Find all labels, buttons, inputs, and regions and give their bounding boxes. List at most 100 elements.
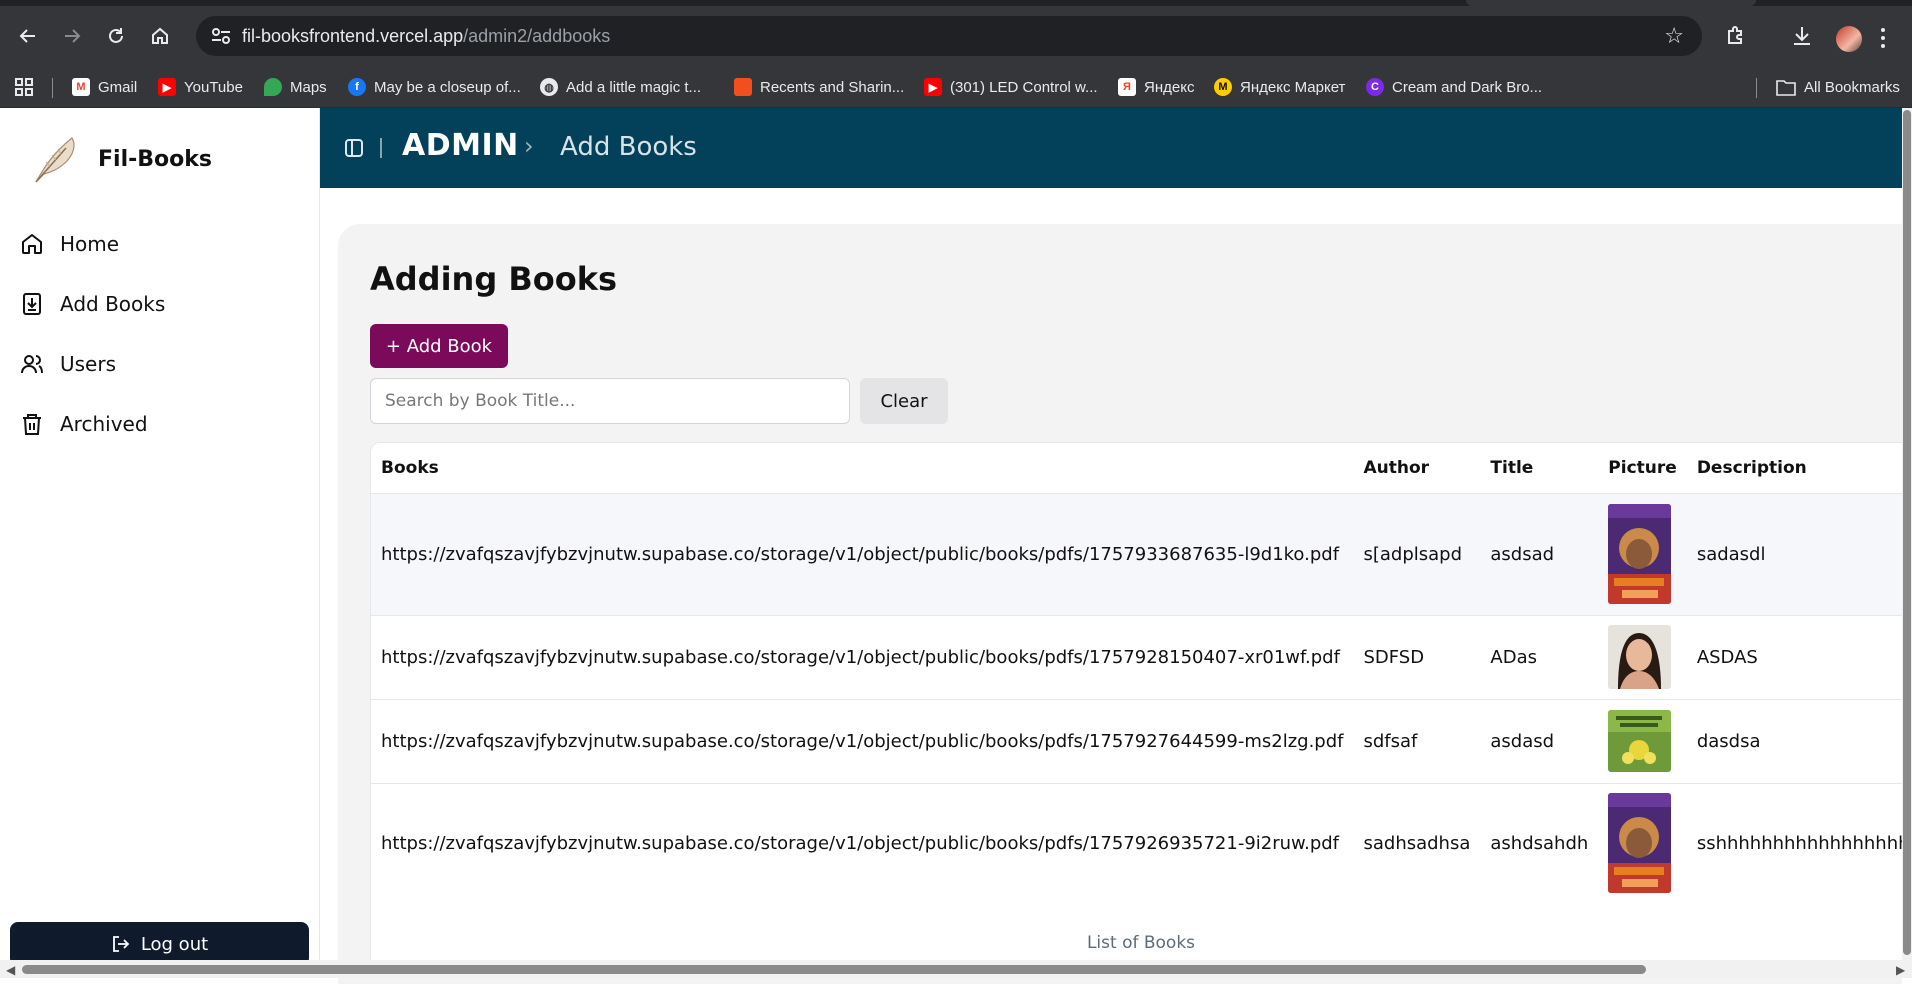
yandex-icon: Я — [1118, 78, 1136, 96]
facebook-icon: f — [348, 78, 366, 96]
trash-icon — [23, 414, 41, 435]
portrait-image — [1608, 625, 1672, 689]
bookmark-figma[interactable]: Recents and Sharin... — [734, 75, 904, 99]
bookmark-yandex[interactable]: Я Яндекс — [1118, 75, 1194, 99]
forward-icon[interactable] — [58, 22, 86, 50]
scrollbar-thumb[interactable] — [1903, 110, 1911, 955]
bookmark-label: (301) LED Control w... — [950, 78, 1098, 96]
home-icon[interactable] — [146, 22, 174, 50]
book-url-cell[interactable]: https://zvafqszavjfybzvjnutw.supabase.co… — [371, 493, 1354, 616]
column-header-description: Description — [1686, 443, 1909, 494]
search-input[interactable] — [370, 378, 850, 424]
table-header-row: Books Author Title Picture Description — [371, 443, 1909, 494]
bookmark-maps[interactable]: Maps — [264, 75, 327, 99]
bookmark-star-icon[interactable]: ☆ — [1664, 24, 1684, 49]
menu-icon[interactable] — [1880, 26, 1886, 50]
folder-icon — [1776, 80, 1796, 96]
title-cell: ashdsahdh — [1490, 832, 1589, 854]
chevron-right-icon: › — [524, 132, 534, 160]
apps-icon[interactable] — [14, 75, 34, 99]
book-cover-image — [1608, 793, 1672, 894]
yandex-market-icon: M — [1214, 78, 1232, 96]
sidebar-item-add-books[interactable]: Add Books — [20, 284, 165, 324]
address-bar[interactable]: fil-booksfrontend.vercel.app/admin2/addb… — [196, 16, 1702, 56]
sidebar-toggle-icon[interactable] — [344, 138, 364, 158]
feather-logo-icon — [35, 137, 75, 183]
author-cell: sdfsaf — [1353, 699, 1481, 784]
sidebar-item-users[interactable]: Users — [20, 344, 116, 384]
profile-avatar[interactable] — [1836, 26, 1862, 52]
sidebar-item-label: Archived — [60, 412, 148, 436]
header-separator — [380, 138, 382, 158]
bookmark-facebook[interactable]: f May be a closeup of... — [348, 75, 521, 99]
users-icon — [21, 355, 43, 374]
table-row[interactable]: https://zvafqszavjfybzvjnutw.supabase.co… — [371, 783, 1910, 903]
page: Fil-Books Home Add Books Users Archived … — [0, 108, 1912, 984]
book-cover-image — [1608, 710, 1672, 772]
bookmark-yandex-market[interactable]: M Яндекс Маркет — [1214, 75, 1345, 99]
horizontal-scrollbar[interactable]: ◀ ▶ — [0, 960, 1912, 978]
bookmark-label: Gmail — [98, 78, 138, 96]
bookmark-label: Cream and Dark Bro... — [1392, 78, 1543, 96]
extensions-icon[interactable] — [1724, 24, 1748, 52]
bookmark-gmail[interactable]: M Gmail — [72, 75, 137, 99]
add-book-button[interactable]: + Add Book — [370, 324, 508, 368]
url-text: fil-booksfrontend.vercel.app/admin2/addb… — [242, 26, 610, 47]
youtube-icon: ▶ — [158, 78, 176, 96]
top-header: ADMIN › Add Books — [320, 108, 1902, 188]
url-host: fil-booksfrontend.vercel.app — [242, 26, 464, 46]
vertical-scrollbar[interactable] — [1902, 108, 1912, 960]
author-cell: s[adplsapd — [1353, 493, 1481, 616]
breadcrumb-admin[interactable]: ADMIN — [402, 128, 519, 163]
description-cell: ASDAS — [1686, 615, 1909, 700]
brand[interactable]: Fil-Books — [30, 132, 212, 186]
clear-button[interactable]: Clear — [860, 378, 948, 424]
bookmark-label: Maps — [290, 78, 327, 96]
download-icon[interactable] — [1790, 24, 1814, 52]
picture-cell — [1598, 783, 1687, 903]
scroll-right-icon[interactable]: ▶ — [1896, 963, 1905, 977]
picture-cell — [1598, 615, 1687, 700]
home-icon — [22, 234, 42, 254]
bookmark-led-control[interactable]: ▶ (301) LED Control w... — [924, 75, 1098, 99]
browser-toolbar: fil-booksfrontend.vercel.app/admin2/addb… — [0, 6, 1912, 66]
reload-icon[interactable] — [102, 22, 130, 50]
bookmark-magic[interactable]: ◍ Add a little magic t... — [540, 75, 701, 99]
sidebar-item-archived[interactable]: Archived — [20, 404, 148, 444]
bookmarks-bar: M Gmail ▶ YouTube Maps f May be a closeup o… — [0, 66, 1912, 108]
back-icon[interactable] — [14, 22, 42, 50]
sidebar: Fil-Books Home Add Books Users Archived … — [0, 108, 320, 966]
table-row[interactable]: https://zvafqszavjfybzvjnutw.supabase.co… — [371, 699, 1909, 784]
site-info-icon[interactable] — [210, 26, 232, 46]
book-cover-image — [1608, 504, 1672, 604]
table-row[interactable]: https://zvafqszavjfybzvjnutw.supabase.co… — [371, 493, 1909, 616]
title-cell: ADas — [1480, 615, 1599, 700]
scroll-left-icon[interactable]: ◀ — [6, 963, 15, 977]
book-url-cell[interactable]: https://zvafqszavjfybzvjnutw.supabase.co… — [371, 615, 1354, 700]
column-header-title: Title — [1480, 443, 1599, 494]
sidebar-item-label: Users — [60, 352, 117, 376]
bookmark-label: Яндекс Маркет — [1240, 78, 1346, 96]
description-cell: dasdsa — [1686, 699, 1909, 784]
book-url-cell[interactable]: https://zvafqszavjfybzvjnutw.supabase.co… — [371, 783, 1353, 903]
description-cell: sshhhhhhhhhhhhhhhhhhhh — [1696, 832, 1910, 854]
youtube-icon: ▶ — [924, 78, 942, 96]
brand-name: Fil-Books — [98, 146, 212, 172]
all-bookmarks[interactable]: All Bookmarks — [1776, 75, 1900, 99]
sidebar-item-label: Add Books — [60, 292, 166, 316]
bookmark-youtube[interactable]: ▶ YouTube — [158, 75, 243, 99]
author-cell: sadhsadhsa — [1363, 832, 1471, 854]
canva-icon: C — [1366, 78, 1384, 96]
add-book-icon — [23, 293, 41, 315]
sidebar-item-home[interactable]: Home — [20, 224, 119, 264]
table-row[interactable]: https://zvafqszavjfybzvjnutw.supabase.co… — [371, 615, 1909, 700]
bookmark-cream-dark[interactable]: C Cream and Dark Bro... — [1366, 75, 1542, 99]
bookmark-separator — [1756, 78, 1757, 98]
scrollbar-thumb[interactable] — [22, 965, 1646, 974]
gmail-icon: M — [72, 78, 90, 96]
bookmark-label: YouTube — [184, 78, 243, 96]
figma-icon — [734, 78, 752, 96]
book-url-cell[interactable]: https://zvafqszavjfybzvjnutw.supabase.co… — [371, 699, 1354, 784]
logout-label: Log out — [140, 934, 209, 955]
page-title: Adding Books — [370, 260, 618, 298]
